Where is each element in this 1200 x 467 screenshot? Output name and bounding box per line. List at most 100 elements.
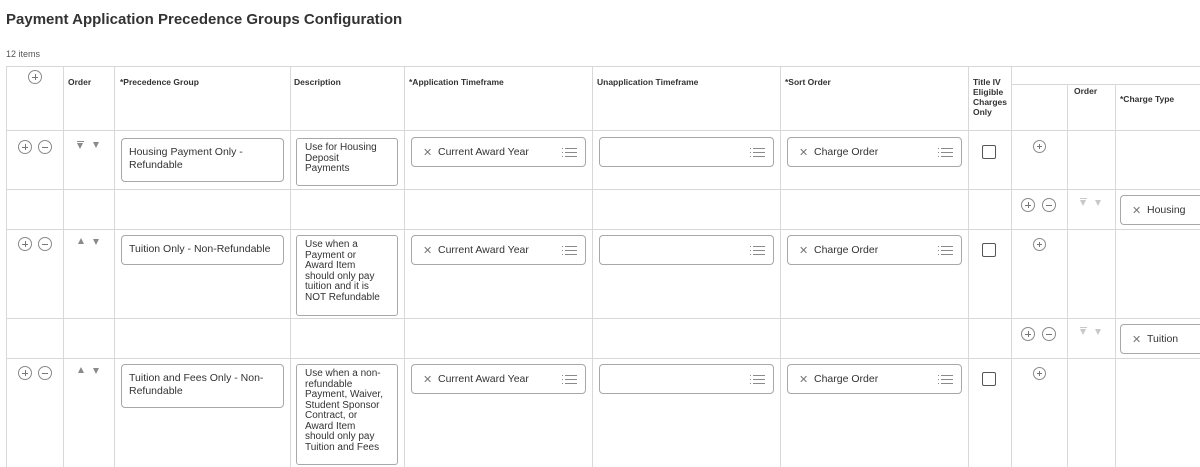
grid-top-border	[6, 66, 1200, 67]
add-row-button[interactable]	[18, 237, 32, 251]
description-line: Use when a	[305, 239, 358, 250]
remove-row-button[interactable]	[38, 237, 52, 251]
sort-order-prompt[interactable]: ✕ Charge Order	[787, 137, 962, 167]
description-line: Award Item	[305, 260, 356, 271]
move-down-icon[interactable]	[93, 239, 99, 245]
description-line: Use for Housing	[305, 142, 377, 153]
description-textarea[interactable]: Use for Housing Deposit Payments	[296, 138, 398, 186]
add-subrow-button[interactable]	[1021, 327, 1035, 341]
application-timeframe-value: Current Award Year	[438, 373, 529, 385]
list-icon[interactable]	[562, 147, 577, 158]
remove-row-button[interactable]	[38, 366, 52, 380]
precedence-group-input[interactable]: Tuition and Fees Only - Non- Refundable	[121, 364, 284, 408]
application-timeframe-prompt[interactable]: ✕ Current Award Year	[411, 137, 586, 167]
move-down-icon[interactable]	[1095, 200, 1101, 206]
col-divider	[592, 66, 593, 467]
clear-icon[interactable]: ✕	[799, 373, 808, 386]
move-up-icon[interactable]	[78, 238, 84, 244]
header-sub-order: Order	[1074, 86, 1098, 96]
application-timeframe-value: Current Award Year	[438, 146, 529, 158]
add-row-button[interactable]	[18, 366, 32, 380]
precedence-group-text: Tuition and Fees Only - Non-	[129, 372, 264, 384]
clear-icon[interactable]: ✕	[799, 244, 808, 257]
sort-order-value: Charge Order	[814, 244, 879, 256]
list-icon[interactable]	[938, 374, 953, 385]
move-down-icon[interactable]	[1095, 329, 1101, 335]
move-to-top-icon[interactable]	[1080, 198, 1087, 199]
clear-icon[interactable]: ✕	[423, 244, 432, 257]
list-icon[interactable]	[750, 245, 765, 256]
title-iv-checkbox[interactable]	[982, 372, 996, 386]
list-icon[interactable]	[750, 147, 765, 158]
list-icon[interactable]	[938, 147, 953, 158]
add-subrow-button[interactable]	[1021, 198, 1035, 212]
precedence-group-input[interactable]: Housing Payment Only - Refundable	[121, 138, 284, 182]
col-divider	[63, 66, 64, 467]
precedence-group-input[interactable]: Tuition Only - Non-Refundable	[121, 235, 284, 265]
precedence-group-text: Refundable	[129, 385, 183, 397]
sort-order-prompt[interactable]: ✕ Charge Order	[787, 364, 962, 394]
clear-icon[interactable]: ✕	[423, 146, 432, 159]
clear-icon[interactable]: ✕	[799, 146, 808, 159]
move-down-icon[interactable]	[93, 142, 99, 148]
clear-icon[interactable]: ✕	[1132, 204, 1141, 217]
application-timeframe-prompt[interactable]: ✕ Current Award Year	[411, 235, 586, 265]
description-textarea[interactable]: Use when a non- refundable Payment, Waiv…	[296, 364, 398, 465]
remove-subrow-button[interactable]	[1042, 198, 1056, 212]
row-divider	[6, 229, 1200, 230]
sort-order-prompt[interactable]: ✕ Charge Order	[787, 235, 962, 265]
list-icon[interactable]	[750, 374, 765, 385]
col-divider	[404, 66, 405, 467]
move-up-icon[interactable]	[78, 367, 84, 373]
list-icon[interactable]	[562, 374, 577, 385]
move-to-top-icon[interactable]	[77, 141, 84, 142]
col-divider	[968, 66, 969, 467]
header-title-iv-line: Charges	[973, 97, 1008, 107]
move-to-top-icon[interactable]	[1080, 327, 1087, 328]
col-divider	[1115, 84, 1116, 467]
clear-icon[interactable]: ✕	[1132, 333, 1141, 346]
clear-icon[interactable]: ✕	[423, 373, 432, 386]
list-icon[interactable]	[938, 245, 953, 256]
add-row-button[interactable]	[18, 140, 32, 154]
add-charge-type-button[interactable]	[1033, 367, 1046, 380]
remove-subrow-button[interactable]	[1042, 327, 1056, 341]
description-line: tuition and it is	[305, 281, 369, 292]
move-top-icon[interactable]	[77, 143, 83, 149]
remove-row-button[interactable]	[38, 140, 52, 154]
description-line: NOT Refundable	[305, 291, 380, 303]
add-charge-type-button[interactable]	[1033, 238, 1046, 251]
unapplication-timeframe-prompt[interactable]	[599, 364, 774, 394]
subgrid-top-border	[1011, 84, 1200, 85]
precedence-group-text: Refundable	[129, 159, 183, 171]
charge-type-value: Housing	[1147, 204, 1186, 216]
header-bottom-border	[6, 130, 1200, 131]
title-iv-checkbox[interactable]	[982, 145, 996, 159]
move-top-icon[interactable]	[1080, 329, 1086, 335]
add-charge-type-button[interactable]	[1033, 140, 1046, 153]
unapplication-timeframe-prompt[interactable]	[599, 235, 774, 265]
unapplication-timeframe-prompt[interactable]	[599, 137, 774, 167]
header-sort-order: *Sort Order	[785, 77, 831, 87]
charge-type-prompt[interactable]: ✕ Tuition	[1120, 324, 1200, 354]
precedence-group-text: Housing Payment Only -	[129, 146, 243, 158]
move-top-icon[interactable]	[1080, 200, 1086, 206]
header-unapplication-timeframe: Unapplication Timeframe	[597, 77, 699, 87]
charge-type-prompt[interactable]: ✕ Housing	[1120, 195, 1200, 225]
move-down-icon[interactable]	[93, 368, 99, 374]
sort-order-value: Charge Order	[814, 146, 879, 158]
col-divider	[290, 66, 291, 467]
description-line: should only pay	[305, 431, 375, 442]
add-row-button[interactable]	[28, 70, 42, 84]
col-divider	[114, 66, 115, 467]
header-title-iv-eligible: Title IV Eligible Charges Only	[973, 77, 1007, 117]
description-line: Payments	[305, 163, 350, 174]
list-icon[interactable]	[562, 245, 577, 256]
col-divider	[6, 66, 7, 467]
description-textarea[interactable]: Use when a Payment or Award Item should …	[296, 235, 398, 316]
title-iv-checkbox[interactable]	[982, 243, 996, 257]
col-divider	[1067, 84, 1068, 467]
col-divider	[780, 66, 781, 467]
application-timeframe-prompt[interactable]: ✕ Current Award Year	[411, 364, 586, 394]
header-application-timeframe: *Application Timeframe	[409, 77, 504, 87]
